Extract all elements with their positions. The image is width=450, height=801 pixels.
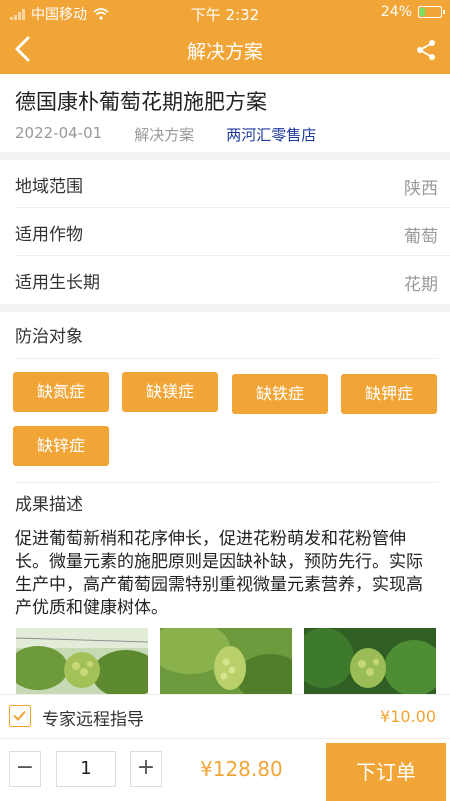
battery-percent: 24% (380, 4, 412, 20)
info-value: 陕西 (404, 179, 438, 199)
target-tag[interactable]: 缺氮症 (13, 372, 109, 412)
target-tag[interactable]: 缺钾症 (341, 374, 437, 414)
target-tag[interactable]: 缺镁症 (122, 372, 218, 412)
expert-option-row[interactable]: 专家远程指导 ¥10.00 (0, 694, 450, 739)
divider-line (15, 482, 438, 483)
checkmark-icon (13, 710, 26, 721)
target-tag[interactable]: 缺铁症 (232, 374, 328, 414)
quantity-input[interactable]: 1 (56, 751, 116, 787)
status-bar: 中国移动 下午 2:32 24% (0, 0, 450, 26)
divider-line (15, 358, 438, 359)
increase-quantity-button[interactable]: + (130, 751, 162, 787)
results-text: 促进葡萄新梢和花序伸长，促进花粉萌发和花粉管伸长。微量元素的施肥原则是因缺补缺，… (15, 529, 423, 618)
place-order-button[interactable]: 下订单 (326, 743, 446, 801)
grape-photo[interactable] (160, 628, 292, 694)
info-key: 适用作物 (15, 225, 83, 245)
info-value: 花期 (404, 275, 438, 295)
article-header: 德国康朴葡萄花期施肥方案 2022-04-01 解决方案 两河汇零售店 (0, 74, 450, 152)
info-value: 葡萄 (404, 227, 438, 247)
info-key: 地域范围 (15, 177, 83, 197)
article-category: 解决方案 (134, 126, 195, 144)
target-tag[interactable]: 缺锌症 (13, 426, 109, 466)
expert-checkbox[interactable] (9, 705, 31, 727)
info-key: 适用生长期 (15, 273, 100, 293)
expert-label: 专家远程指导 (42, 710, 144, 730)
grape-photo[interactable] (304, 628, 436, 694)
info-row-crop: 适用作物 葡萄 (0, 208, 450, 256)
page-title: 解决方案 (186, 41, 263, 63)
share-icon[interactable] (414, 38, 438, 62)
order-bar: − 1 + ¥128.80 下订单 (0, 738, 450, 801)
article-meta: 2022-04-01 解决方案 两河汇零售店 (15, 124, 316, 145)
info-row-region: 地域范围 陕西 (0, 160, 450, 208)
article-title: 德国康朴葡萄花期施肥方案 (15, 90, 267, 114)
decrease-quantity-button[interactable]: − (9, 751, 41, 787)
status-right: 24% (380, 4, 445, 20)
section-divider (0, 152, 450, 160)
targets-title: 防治对象 (15, 327, 83, 347)
total-price: ¥128.80 (200, 757, 283, 781)
store-link[interactable]: 两河汇零售店 (226, 124, 316, 145)
expert-price: ¥10.00 (380, 707, 436, 726)
results-title: 成果描述 (15, 495, 83, 515)
info-row-stage: 适用生长期 花期 (0, 256, 450, 304)
nav-bar: 解决方案 (0, 26, 450, 74)
grape-photo[interactable] (16, 628, 148, 694)
section-divider (0, 304, 450, 312)
article-date: 2022-04-01 (15, 124, 103, 142)
battery-icon (418, 6, 445, 18)
